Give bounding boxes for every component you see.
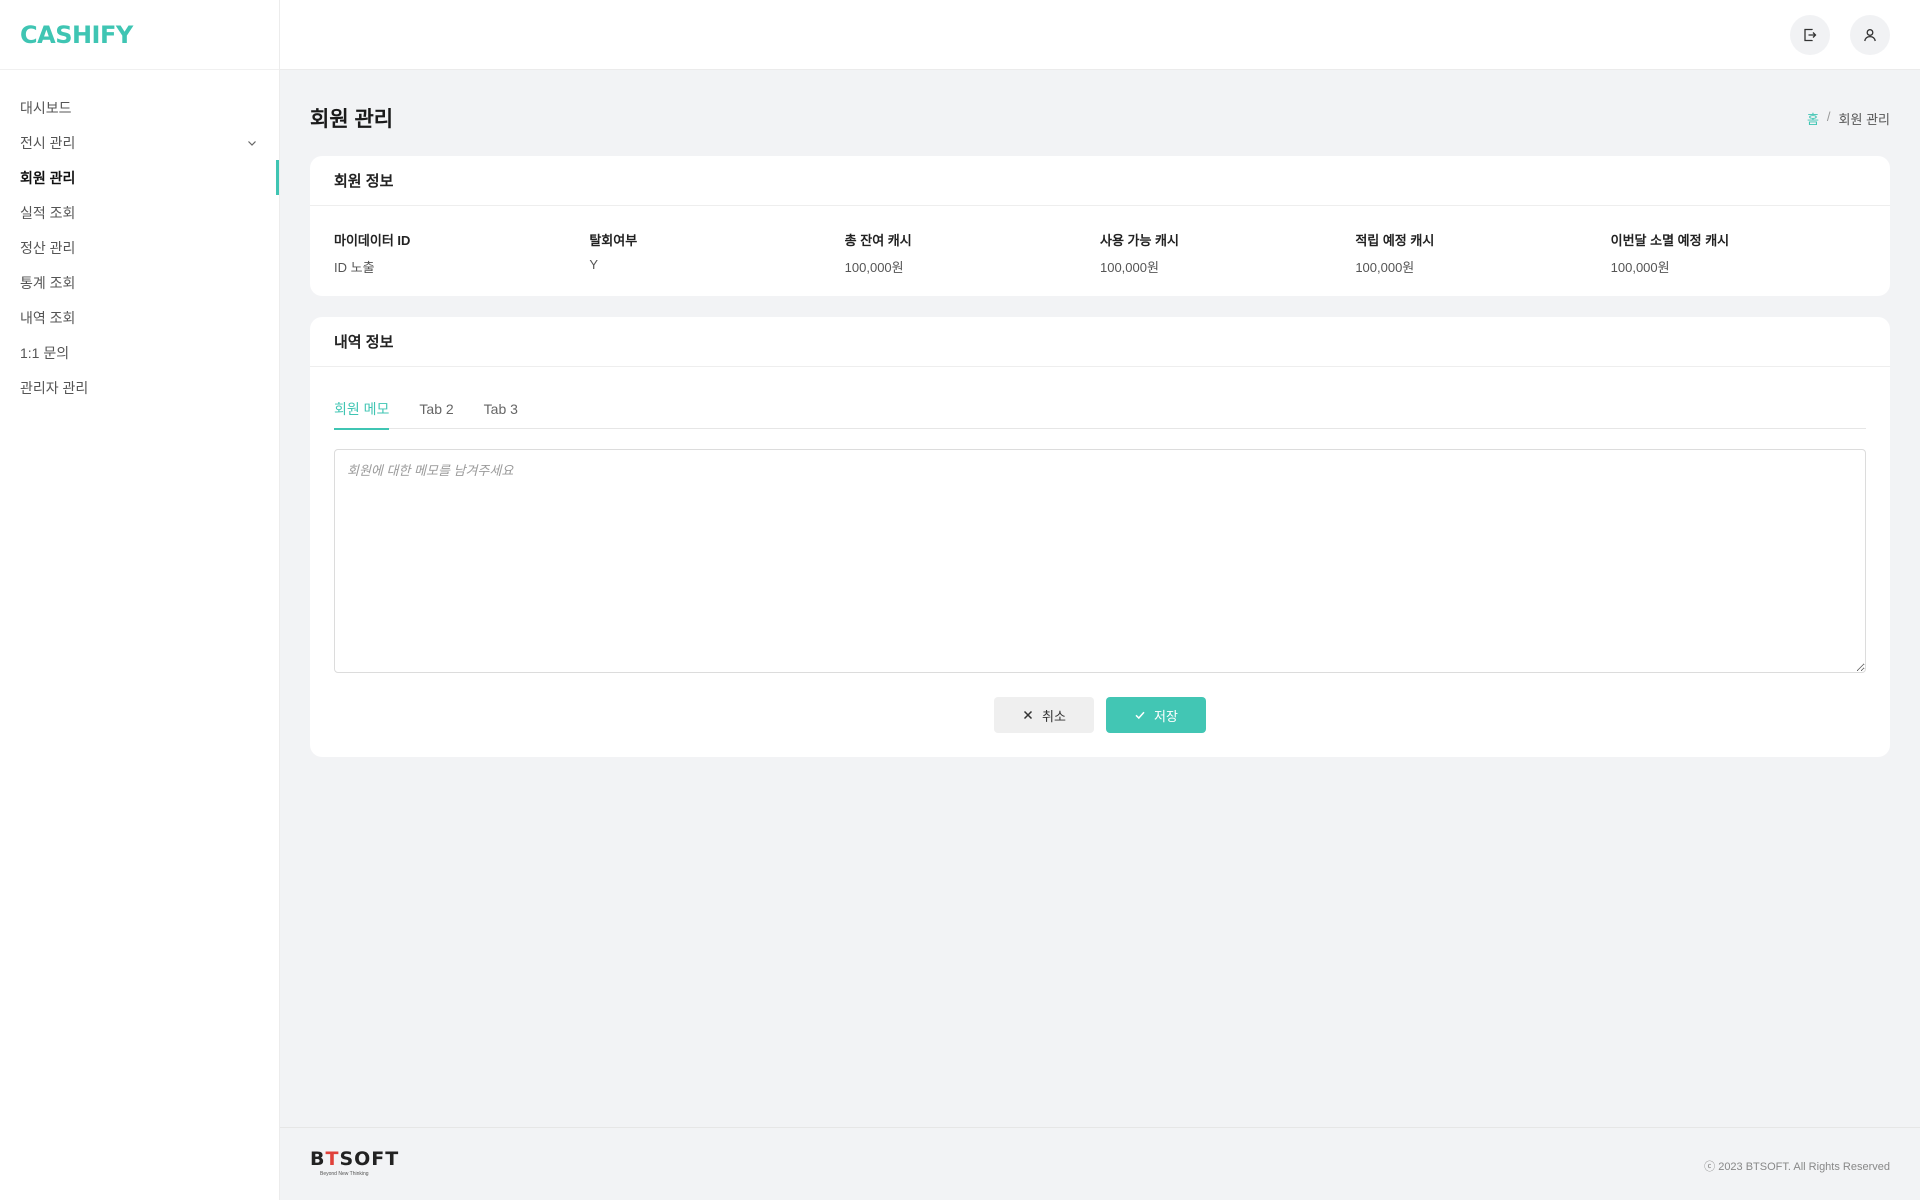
sidebar-item-label: 전시 관리 <box>20 134 76 151</box>
sidebar-item-label: 관리자 관리 <box>20 379 89 396</box>
info-field: 사용 가능 캐시 100,000원 <box>1100 230 1355 276</box>
info-label: 총 잔여 캐시 <box>844 233 912 248</box>
sidebar-item-label: 통계 조회 <box>20 274 76 291</box>
info-value: Y <box>589 257 598 272</box>
info-value: 100,000원 <box>1355 260 1415 275</box>
info-label: 마이데이터 ID <box>334 233 411 248</box>
brand-tagline: Beyond New Thinking <box>320 1171 369 1177</box>
member-info-grid: 마이데이터 ID ID 노출 탈회여부 Y 총 잔여 캐시 100,000원 사… <box>310 206 1890 276</box>
chevron-down-icon <box>248 140 256 146</box>
brand-suffix: SOFT <box>339 1148 400 1170</box>
sidebar-item-label: 정산 관리 <box>20 239 76 256</box>
user-profile-button[interactable] <box>1850 15 1890 55</box>
tab-3[interactable]: Tab 3 <box>484 389 518 429</box>
tab-2[interactable]: Tab 2 <box>419 389 453 429</box>
info-value: ID 노출 <box>334 260 375 275</box>
sidebar-item-label: 실적 조회 <box>20 204 76 221</box>
breadcrumb-separator: / <box>1826 108 1831 124</box>
sidebar-nav: 대시보드 전시 관리 회원 관리 실적 조회 정산 관리 통계 조회 내역 조회… <box>0 70 279 405</box>
main-content: 회원 관리 홈 / 회원 관리 회원 정보 마이데이터 ID ID 노출 탈회여… <box>310 70 1890 757</box>
info-field: 총 잔여 캐시 100,000원 <box>845 230 1100 276</box>
page-footer: BTSOFT Beyond New Thinking ⓒ 2023 BTSOFT… <box>280 1127 1920 1200</box>
save-label: 저장 <box>1154 708 1178 724</box>
breadcrumb: 홈 / 회원 관리 <box>1807 109 1890 128</box>
app-logo[interactable]: CASHIFY <box>0 0 279 70</box>
sidebar: CASHIFY 대시보드 전시 관리 회원 관리 실적 조회 정산 관리 통계 … <box>0 0 280 1200</box>
btsoft-logo: BTSOFT <box>310 1150 399 1169</box>
brand-prefix: B <box>310 1148 326 1170</box>
breadcrumb-current: 회원 관리 <box>1838 111 1890 127</box>
info-field: 탈회여부 Y <box>589 230 844 276</box>
info-field: 적립 예정 캐시 100,000원 <box>1355 230 1610 276</box>
sidebar-item-display[interactable]: 전시 관리 <box>0 125 279 160</box>
sidebar-item-statistics[interactable]: 통계 조회 <box>0 265 279 300</box>
cancel-button[interactable]: 취소 <box>994 697 1094 733</box>
sidebar-item-performance[interactable]: 실적 조회 <box>0 195 279 230</box>
cancel-label: 취소 <box>1042 708 1066 724</box>
info-label: 탈회여부 <box>589 233 638 248</box>
info-field: 이번달 소멸 예정 캐시 100,000원 <box>1611 230 1866 276</box>
history-card: 내역 정보 회원 메모 Tab 2 Tab 3 취소 저장 <box>310 317 1890 757</box>
sidebar-item-settlement[interactable]: 정산 관리 <box>0 230 279 265</box>
close-icon <box>1024 710 1033 720</box>
form-actions: 취소 저장 <box>310 697 1890 733</box>
info-field: 마이데이터 ID ID 노출 <box>334 230 589 276</box>
info-value: 100,000원 <box>1099 260 1159 275</box>
brand-t: T <box>325 1148 340 1170</box>
check-icon <box>1135 711 1145 720</box>
sidebar-item-inquiry[interactable]: 1:1 문의 <box>0 335 279 370</box>
info-value: 100,000원 <box>1610 260 1670 275</box>
page-header: 회원 관리 홈 / 회원 관리 <box>310 70 1890 154</box>
tab-member-memo[interactable]: 회원 메모 <box>334 389 390 430</box>
user-icon <box>1864 29 1876 42</box>
info-value: 100,000원 <box>844 260 904 275</box>
save-button[interactable]: 저장 <box>1106 697 1206 733</box>
page-title: 회원 관리 <box>310 108 394 131</box>
sidebar-item-history[interactable]: 내역 조회 <box>0 300 279 335</box>
sidebar-item-dashboard[interactable]: 대시보드 <box>0 90 279 125</box>
sidebar-item-label: 회원 관리 <box>20 169 76 186</box>
logout-icon <box>1804 28 1817 42</box>
sidebar-item-label: 1:1 문의 <box>20 344 70 361</box>
copyright-text: ⓒ 2023 BTSOFT. All Rights Reserved <box>1704 1161 1890 1173</box>
history-title: 내역 정보 <box>310 317 1890 367</box>
info-label: 이번달 소멸 예정 캐시 <box>1610 233 1730 248</box>
sidebar-item-members[interactable]: 회원 관리 <box>0 160 279 195</box>
breadcrumb-home-link[interactable]: 홈 <box>1807 109 1819 128</box>
info-label: 적립 예정 캐시 <box>1355 233 1435 248</box>
info-label: 사용 가능 캐시 <box>1099 233 1179 248</box>
member-info-card: 회원 정보 마이데이터 ID ID 노출 탈회여부 Y 총 잔여 캐시 100,… <box>310 156 1890 296</box>
sidebar-item-admins[interactable]: 관리자 관리 <box>0 370 279 405</box>
logout-button[interactable] <box>1790 15 1830 55</box>
memo-textarea[interactable] <box>334 449 1866 673</box>
top-header <box>280 0 1920 70</box>
history-tabs: 회원 메모 Tab 2 Tab 3 <box>334 389 1866 430</box>
sidebar-item-label: 대시보드 <box>20 99 72 116</box>
sidebar-item-label: 내역 조회 <box>20 309 76 326</box>
member-info-title: 회원 정보 <box>310 156 1890 206</box>
